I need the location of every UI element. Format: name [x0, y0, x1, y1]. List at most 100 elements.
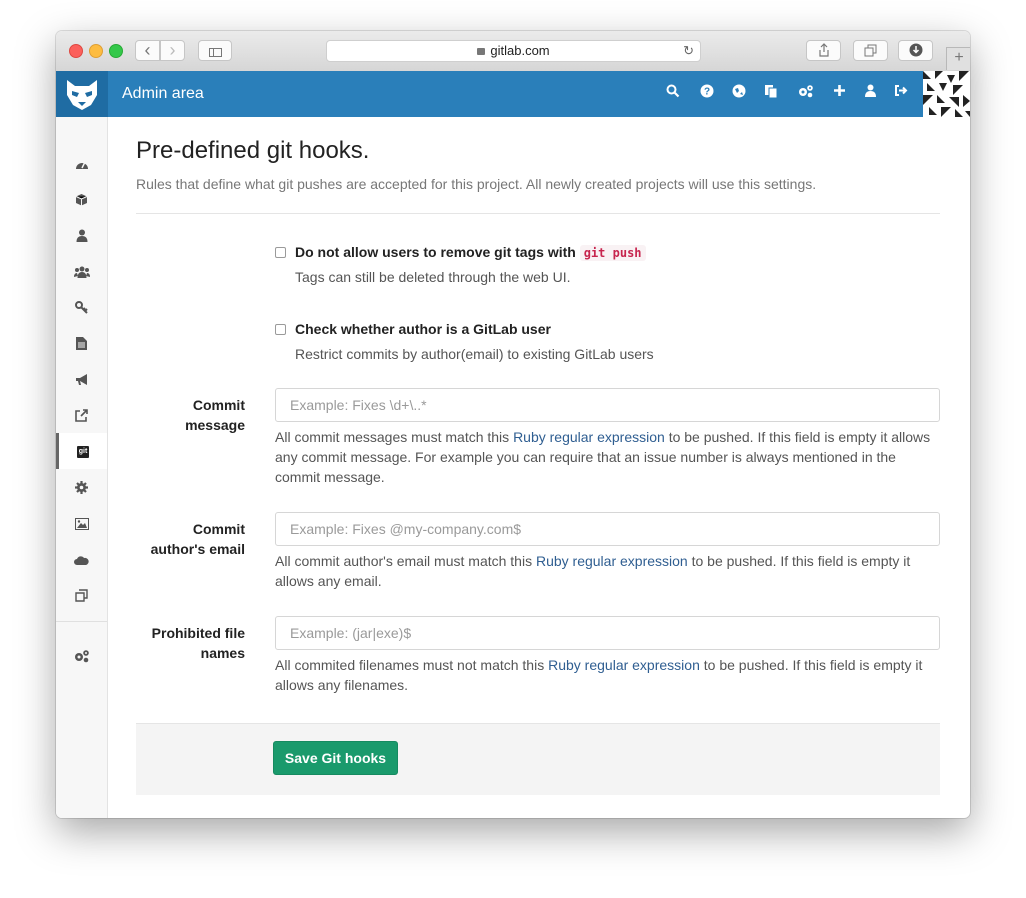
sidebar-item-application-settings[interactable] [56, 637, 107, 673]
globe-icon[interactable] [730, 84, 748, 102]
author-email-label-line1: Commit [192, 521, 245, 537]
author-email-help: All commit author's email must match thi… [275, 551, 943, 591]
user-icon[interactable] [861, 84, 879, 102]
sidebar-item-git-hooks[interactable]: git [56, 433, 107, 469]
sidebar-item-appearance[interactable] [56, 505, 107, 541]
forward-button[interactable]: › [160, 40, 185, 61]
cloud-icon [74, 555, 89, 565]
plus-icon[interactable] [830, 84, 848, 102]
sidebar-item-settings[interactable] [56, 469, 107, 505]
sidebar-item-projects[interactable] [56, 181, 107, 217]
commit-message-label: Commit message [136, 395, 245, 435]
reload-icon[interactable]: ↻ [683, 41, 694, 61]
file-icon [76, 337, 87, 351]
help-icon[interactable]: ? [698, 84, 716, 102]
page-title: Pre-defined git hooks. [136, 137, 370, 164]
dashboard-icon [75, 161, 88, 169]
chevron-right-icon: › [169, 40, 176, 60]
save-git-hooks-button[interactable]: Save Git hooks [273, 741, 398, 775]
svg-text:?: ? [704, 87, 710, 98]
file-names-input[interactable] [275, 616, 940, 650]
chevron-left-icon: ‹ [144, 40, 151, 60]
gitlab-logo[interactable] [56, 71, 108, 117]
copy-icon[interactable] [762, 84, 780, 102]
member-check-help: Restrict commits by author(email) to exi… [295, 346, 654, 362]
file-names-help: All commited filenames must not match th… [275, 655, 943, 695]
commit-message-label-line2: message [185, 417, 245, 433]
users-icon [73, 266, 90, 278]
new-tab-button[interactable]: + [946, 47, 970, 70]
plus-icon: + [954, 49, 964, 66]
sidebar-toggle-button[interactable] [198, 40, 232, 61]
browser-window: ‹ › gitlab.com ↻ + Admin area ? git Pre-… [56, 31, 970, 818]
ruby-regex-link[interactable]: Ruby regular expression [536, 553, 688, 569]
sidebar-item-deploy-keys[interactable] [56, 289, 107, 325]
bullhorn-icon [75, 373, 87, 385]
commit-message-label-line1: Commit [192, 397, 245, 413]
minimize-window-button[interactable] [89, 44, 103, 58]
file-names-label: Prohibited file names [136, 623, 245, 663]
close-window-button[interactable] [69, 44, 83, 58]
sidebar-item-spam-logs[interactable] [56, 577, 107, 613]
divider [136, 213, 940, 214]
top-navbar: Admin area ? [56, 71, 970, 117]
git-push-code: git push [579, 245, 646, 261]
deny-delete-tag-label-text: Do not allow users to remove git tags wi… [295, 244, 576, 260]
downloads-button[interactable] [898, 40, 933, 61]
ruby-regex-link[interactable]: Ruby regular expression [513, 429, 665, 445]
file-names-label-line1: Prohibited file [151, 625, 245, 641]
page-description: Rules that define what git pushes are ac… [136, 176, 817, 192]
identicon-avatar [923, 71, 970, 117]
commit-message-help: All commit messages must match this Ruby… [275, 427, 943, 487]
back-button[interactable]: ‹ [135, 40, 160, 61]
deny-delete-tag-checkbox[interactable] [275, 247, 286, 258]
sidebar-item-services[interactable] [56, 541, 107, 577]
cube-icon [75, 194, 88, 206]
share-icon [818, 43, 829, 57]
sidebar-item-users[interactable] [56, 217, 107, 253]
cogs-icon [74, 649, 89, 662]
avatar[interactable] [923, 71, 970, 117]
tabs-button[interactable] [853, 40, 888, 61]
key-icon [74, 301, 88, 314]
lock-icon [477, 48, 486, 55]
zoom-window-button[interactable] [109, 44, 123, 58]
sidebar-item-logs[interactable] [56, 325, 107, 361]
commit-message-help-text: All commit messages must match this [275, 429, 514, 445]
sidebar-item-groups[interactable] [56, 253, 107, 289]
cogs-icon[interactable] [797, 84, 815, 102]
deny-delete-tag-help: Tags can still be deleted through the we… [295, 269, 571, 285]
sidebar-item-dashboard[interactable] [56, 145, 107, 181]
deny-delete-tag-label[interactable]: Do not allow users to remove git tags wi… [295, 244, 646, 261]
member-check-checkbox[interactable] [275, 324, 286, 335]
author-email-label: Commit author's email [136, 519, 245, 559]
image-icon [74, 517, 89, 530]
form-actions: Save Git hooks [136, 723, 940, 795]
clone-icon [75, 589, 88, 602]
sidebar-item-hooks[interactable] [56, 397, 107, 433]
admin-sidebar: git [56, 117, 108, 818]
header-title[interactable]: Admin area [122, 71, 204, 117]
sign-out-icon[interactable] [892, 84, 910, 102]
ruby-regex-link[interactable]: Ruby regular expression [548, 657, 700, 673]
gear-icon [75, 481, 88, 495]
user-icon [76, 229, 87, 243]
browser-toolbar: ‹ › gitlab.com ↻ + [56, 31, 970, 72]
address-bar[interactable]: gitlab.com ↻ [326, 40, 701, 62]
tabs-icon [864, 44, 877, 57]
url-text: gitlab.com [490, 43, 550, 58]
search-icon[interactable] [664, 84, 682, 102]
author-email-label-line2: author's email [150, 541, 245, 557]
main-content: Pre-defined git hooks. Rules that define… [136, 117, 940, 818]
sidebar-item-broadcast[interactable] [56, 361, 107, 397]
author-email-input[interactable] [275, 512, 940, 546]
member-check-label[interactable]: Check whether author is a GitLab user [295, 321, 551, 337]
file-names-label-line2: names [200, 645, 245, 661]
file-names-help-text: All commited filenames must not match th… [275, 657, 549, 673]
author-email-help-text: All commit author's email must match thi… [275, 553, 536, 569]
commit-message-input[interactable] [275, 388, 940, 422]
download-icon [909, 43, 922, 57]
share-button[interactable] [806, 40, 841, 61]
sidebar-icon [208, 48, 222, 57]
tanuki-logo-icon [67, 80, 97, 110]
